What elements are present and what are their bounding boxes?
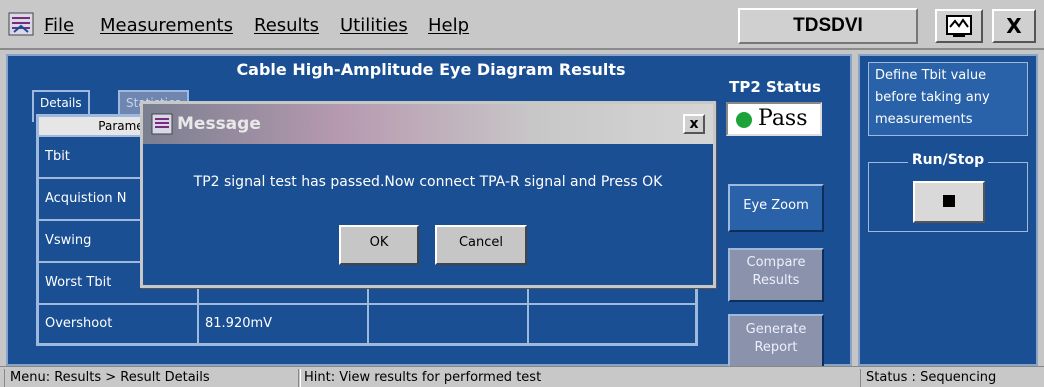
generate-report-button[interactable]: Generate Report — [728, 314, 824, 371]
status-hint: Hint: View results for performed test — [298, 369, 861, 387]
button-label-line: Report — [754, 340, 798, 355]
app-brand-label: TDSDVI — [738, 8, 918, 44]
menu-measurements[interactable]: Measurements — [100, 15, 233, 36]
close-window-button[interactable]: X — [992, 9, 1036, 43]
dialog-titlebar[interactable]: Message x — [143, 104, 713, 144]
results-title: Cable High-Amplitude Eye Diagram Results — [236, 60, 626, 79]
menu-utilities[interactable]: Utilities — [340, 15, 408, 36]
status-menu-path: Menu: Results > Result Details — [4, 369, 301, 387]
table-row-label — [368, 304, 528, 344]
compare-results-button[interactable]: Compare Results — [728, 248, 824, 302]
status-result-text: Pass — [758, 106, 808, 131]
cancel-button[interactable]: Cancel — [435, 225, 527, 265]
table-row-value — [528, 304, 696, 344]
dialog-close-button[interactable]: x — [683, 114, 705, 134]
menu-bar: File Measurements Results Utilities Help… — [0, 0, 1044, 50]
status-sequencing: Status : Sequencing — [860, 369, 1044, 387]
hint-line: before taking any — [875, 90, 990, 105]
button-label-line: Results — [752, 273, 800, 288]
run-stop-button[interactable] — [913, 181, 985, 223]
eye-zoom-button[interactable]: Eye Zoom — [728, 184, 824, 232]
dialog-title: Message — [177, 114, 261, 134]
hint-line: measurements — [875, 112, 973, 127]
control-panel: Define Tbit value before taking any meas… — [858, 54, 1038, 366]
table-row-label: Overshoot — [38, 304, 198, 344]
ok-button[interactable]: OK — [339, 225, 419, 265]
menu-help[interactable]: Help — [428, 15, 469, 36]
run-stop-group — [868, 162, 1028, 232]
stop-icon — [943, 195, 955, 207]
hint-line: Define Tbit value — [875, 68, 987, 83]
dialog-app-icon — [151, 113, 173, 135]
dialog-message: TP2 signal test has passed.Now connect T… — [193, 174, 663, 190]
tp2-status-label: TP2 Status — [729, 78, 821, 96]
status-indicator-icon — [736, 112, 752, 128]
message-dialog: Message x TP2 signal test has passed.Now… — [140, 101, 716, 288]
status-bar: Menu: Results > Result Details Hint: Vie… — [0, 366, 1044, 387]
menu-results[interactable]: Results — [254, 15, 319, 36]
tp2-status-badge: Pass — [726, 102, 822, 136]
app-logo-icon — [8, 12, 34, 36]
button-label-line: Compare — [746, 255, 806, 270]
table-row-value: 81.920mV — [198, 304, 368, 344]
monitor-icon — [946, 15, 972, 37]
maximize-button[interactable] — [935, 9, 983, 43]
tbit-hint-box: Define Tbit value before taking any meas… — [868, 62, 1028, 136]
menu-file[interactable]: File — [44, 15, 74, 36]
button-label-line: Generate — [745, 322, 807, 337]
run-stop-label: Run/Stop — [907, 152, 989, 168]
